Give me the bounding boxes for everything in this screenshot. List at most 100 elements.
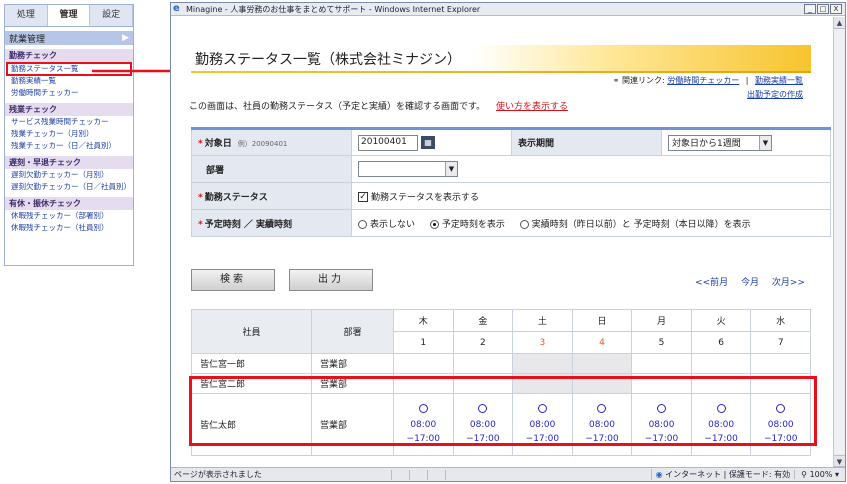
page-heading: 勤務ステータス一覧（株式会社ミナジン） [191,45,811,73]
day-cell-weekend [512,373,573,394]
status-cell [409,469,427,480]
minimize-button[interactable]: _ [804,4,816,14]
zoom-icon: ⚲ [801,470,808,479]
radio-label: 表示しない [370,219,416,230]
related-link-labor-hours[interactable]: 労働時間チェッカー [667,76,739,85]
shift-end: −17:00 [585,433,619,444]
time-option-hide[interactable]: 表示しない [358,219,416,230]
sidebar-item-overtime-daily[interactable]: 残業チェッカー（日／社員別） [5,140,133,152]
sidebar-item-leave-by-dept[interactable]: 休暇残チェッカー（部署別） [5,210,133,222]
scroll-down-icon[interactable]: ▼ [834,455,845,467]
shift-end: −17:00 [644,433,679,444]
tab-processing[interactable]: 処理 [5,5,48,26]
shift-cell[interactable]: 08:00 −17:00 [690,393,752,456]
date-header: 7 [750,331,811,354]
sidebar-item-labor-hours-checker[interactable]: 労働時間チェッカー [5,87,133,99]
target-date-input[interactable]: 20100401 [358,134,418,151]
output-button[interactable]: 出力 [289,269,373,291]
weekday-header: 火 [690,309,752,332]
shift-cell[interactable]: 08:00 −17:00 [393,393,454,456]
sidebar-item-late-daily[interactable]: 遅刻欠勤チェッカー（日／社員別） [5,181,133,193]
vertical-scrollbar[interactable]: ▲ ▼ [833,17,845,467]
sidebar-item-leave-by-employee[interactable]: 休暇残チェッカー（社員別） [5,222,133,234]
status-cell [445,469,463,480]
shift-start: 08:00 [767,419,794,430]
calendar-icon[interactable]: ▦ [421,136,435,149]
day-cell [750,373,811,394]
sidebar-group-title: 遅刻・早退チェック [5,156,133,169]
tab-management[interactable]: 管理 [47,5,91,26]
next-month-link[interactable]: 次月>> [772,278,805,288]
page-content: 勤務ステータス一覧（株式会社ミナジン） ⚭ 関連リンク: 労働時間チェッカー |… [171,17,833,467]
page-intro: この画面は、社員の勤務ステータス（予定と実績）を確認する画面です。 使い方を表示… [189,99,568,112]
related-link-work-results[interactable]: 勤務実績一覧 [755,76,803,85]
window-title: Minagine - 人事労務のお仕事をまとめてサポート - Windows I… [186,4,481,14]
date-header: 6 [690,331,752,354]
dept-cell: ▼ [351,155,831,183]
show-usage-link[interactable]: 使い方を表示する [496,102,568,112]
day-cell [631,353,692,374]
sidebar-section-header[interactable]: 就業管理 ▶ [5,31,133,45]
scroll-up-icon[interactable]: ▲ [834,17,845,29]
shift-end: −17:00 [406,433,441,444]
weekday-header: 水 [750,309,811,332]
sidebar-item-overtime-monthly[interactable]: 残業チェッカー（月別） [5,128,133,140]
dropdown-arrow-icon[interactable]: ▼ [759,135,771,150]
dropdown-arrow-icon[interactable]: ▼ [445,162,457,176]
collapse-arrow-icon[interactable]: ▶ [122,33,129,43]
sidebar-item-service-overtime[interactable]: サービス残業時間チェッカー [5,116,133,128]
shift-start: 08:00 [648,419,675,430]
date-header: 1 [393,331,454,354]
day-cell [452,373,514,394]
weekday-header: 金 [452,309,514,332]
status-cell [391,469,409,480]
current-month-link[interactable]: 今月 [741,278,759,288]
security-zone[interactable]: ◉ インターネット | 保護モード: 有効 [650,469,795,480]
time-label-cell: * 予定時刻 ／ 実績時刻 [191,209,352,237]
sidebar-group-title: 残業チェック [5,103,133,116]
radio-button[interactable] [519,219,529,229]
security-zone-text: インターネット | 保護モード: 有効 [665,470,791,479]
weekday-header: 木 [393,309,454,332]
heading-underline [191,71,811,73]
intro-text: この画面は、社員の勤務ステータス（予定と実績）を確認する画面です。 [189,102,486,112]
shift-cell[interactable]: 08:00 −17:00 [631,393,692,456]
shift-cell[interactable]: 08:00 −17:00 [512,393,573,456]
time-options-cell: 表示しない 予定時刻を表示 実績時刻（昨日以前）と 予定時刻（本日以降）を表示 [351,209,831,237]
globe-icon: ◉ [655,470,663,479]
zoom-control[interactable]: ⚲ 100% ▾ [794,470,845,479]
table-row: 皆仁宮二郎 営業部 [191,373,811,394]
tab-settings[interactable]: 設定 [90,5,134,26]
search-form: * 対象日 例）20090401 20100401 ▦ 表示期間 対象日から1週間 ▼… [191,127,831,237]
window-title-bar: e Minagine - 人事労務のお仕事をまとめてサポート - Windows… [171,3,845,16]
status-bar: ページが表示されました ◉ インターネット | 保護モード: 有効 ⚲ 100%… [171,467,845,481]
status-cell: ✓ 勤務ステータスを表示する [351,182,831,210]
day-cell [393,373,454,394]
related-separator: | [745,76,749,85]
shift-start: 08:00 [589,419,615,430]
chevron-down-icon[interactable]: ▾ [835,470,839,479]
shift-cell[interactable]: 08:00 −17:00 [571,393,633,456]
time-option-scheduled[interactable]: 予定時刻を表示 [429,219,505,230]
col-header-dept: 部署 [311,309,394,354]
shift-cell[interactable]: 08:00 −17:00 [452,393,514,456]
required-mark: * [198,139,203,149]
shift-cell[interactable]: 08:00 −17:00 [750,393,811,456]
status-circle-icon [478,403,488,413]
prev-month-link[interactable]: <<前月 [695,278,728,288]
close-button[interactable]: X [830,4,842,14]
period-cell: 対象日から1週間 ▼ [661,128,831,156]
radio-button-selected[interactable] [429,219,439,229]
period-select[interactable]: 対象日から1週間 ▼ [668,134,772,151]
maximize-button[interactable]: □ [817,4,829,14]
sidebar-item-late-monthly[interactable]: 遅刻欠勤チェッカー（月別） [5,169,133,181]
radio-label: 予定時刻を表示 [441,219,505,230]
related-link-create-schedule[interactable]: 出勤予定の作成 [747,89,803,100]
employee-dept: 営業部 [311,393,394,456]
show-status-checkbox[interactable]: ✓ [358,192,368,202]
shift-start: 08:00 [469,419,496,430]
radio-button[interactable] [358,219,367,229]
time-option-actual[interactable]: 実績時刻（昨日以前）と 予定時刻（本日以降）を表示 [519,219,751,230]
dept-select[interactable]: ▼ [358,161,458,177]
search-button[interactable]: 検索 [191,269,275,291]
